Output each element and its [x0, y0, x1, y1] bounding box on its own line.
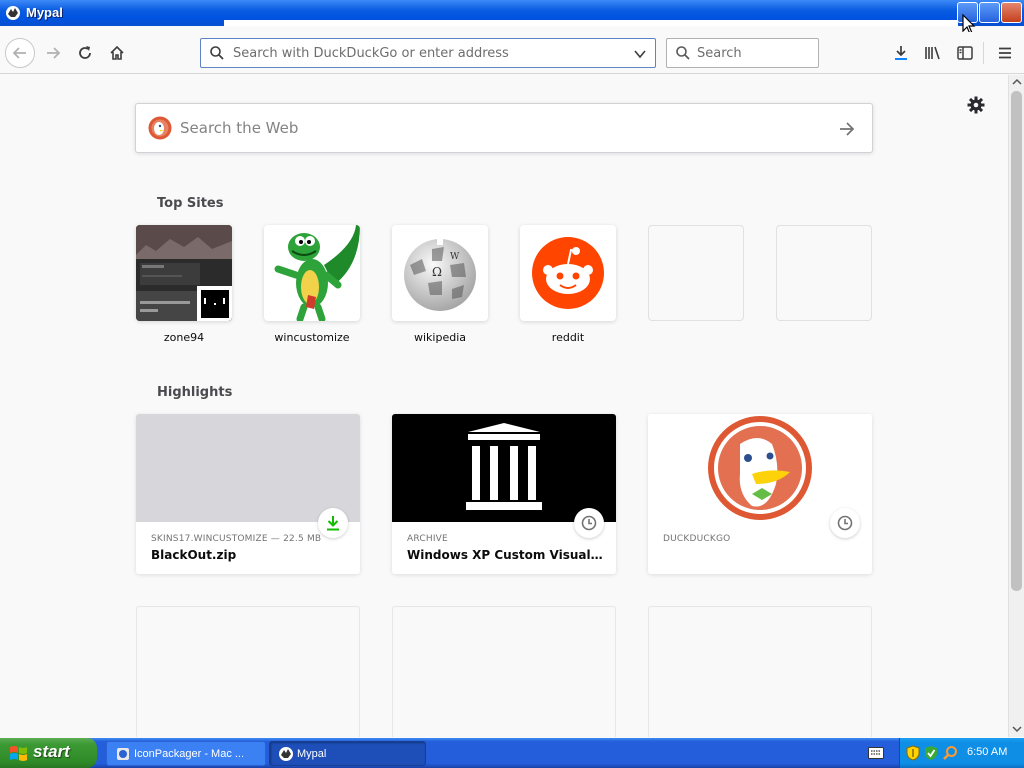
- library-button[interactable]: [918, 38, 948, 68]
- security-center-icon[interactable]: [924, 745, 938, 761]
- highlight-context: DUCKDUCKGO: [663, 534, 731, 544]
- top-site-label: reddit: [551, 331, 585, 344]
- top-site-tile-wincustomize[interactable]: [264, 225, 360, 321]
- start-label: start: [33, 742, 70, 761]
- zone94-thumbnail: [136, 225, 232, 321]
- taskbar-button-label: IconPackager - Mac ...: [134, 748, 245, 760]
- highlight-card-empty: [392, 606, 616, 737]
- back-button[interactable]: [5, 38, 35, 68]
- highlight-title: BlackOut.zip: [151, 548, 237, 562]
- top-site-label: wikipedia: [413, 331, 466, 344]
- highlight-context: ARCHIVE: [407, 534, 448, 544]
- highlight-card[interactable]: SKINS17.WINCUSTOMIZE — 22.5 MB BlackOut.…: [136, 414, 360, 574]
- forward-arrow-icon: [47, 47, 61, 59]
- top-site-label: zone94: [163, 331, 205, 344]
- highlight-card[interactable]: DUCKDUCKGO: [648, 414, 872, 574]
- window-title-bar[interactable]: Mypal: [0, 0, 1024, 35]
- top-site-tile-empty[interactable]: [648, 225, 744, 321]
- home-icon: [110, 45, 124, 60]
- web-search-input[interactable]: [180, 104, 820, 152]
- chevron-down-icon[interactable]: [633, 47, 647, 61]
- windows-taskbar: start IconPackager - Mac ... Mypal 6:50 …: [0, 738, 1024, 768]
- duckduckgo-logo-icon: [148, 116, 172, 140]
- shield-icon[interactable]: [906, 745, 920, 761]
- scrollbar-thumb[interactable]: [1011, 91, 1022, 591]
- clock-icon: [581, 515, 597, 531]
- highlight-card-empty: [648, 606, 872, 737]
- taskbar-button-mypal[interactable]: Mypal: [269, 741, 426, 766]
- highlight-card-empty: [136, 606, 360, 737]
- svg-text:W: W: [450, 252, 460, 262]
- internet-archive-logo-icon: [466, 423, 542, 510]
- top-site-label: wincustomize: [274, 331, 350, 344]
- clock-badge: [574, 508, 604, 538]
- search-bar[interactable]: [666, 38, 819, 68]
- close-button[interactable]: [1001, 2, 1022, 23]
- clock-icon: [837, 515, 853, 531]
- vertical-scrollbar[interactable]: [1008, 75, 1024, 737]
- taskbar-button-iconpackager[interactable]: IconPackager - Mac ...: [106, 741, 266, 766]
- toolbar-divider: [983, 42, 984, 64]
- wikipedia-globe-icon: Ω W: [404, 239, 476, 311]
- menu-button[interactable]: [990, 38, 1020, 68]
- highlight-card[interactable]: ARCHIVE Windows XP Custom Visual Style..…: [392, 414, 616, 574]
- clock: 6:50 AM: [967, 746, 1008, 758]
- taskbar-button-label: Mypal: [297, 748, 327, 760]
- system-tray: 6:50 AM: [899, 738, 1024, 768]
- scroll-down-arrow-icon[interactable]: [1012, 725, 1022, 733]
- sidebar-button[interactable]: [950, 38, 980, 68]
- arrow-right-icon[interactable]: [838, 120, 856, 138]
- iconpackager-app-icon: [117, 748, 129, 760]
- duckduckgo-logo-icon: [708, 416, 812, 520]
- top-site-tile-empty[interactable]: [776, 225, 872, 321]
- highlights-heading: Highlights: [157, 385, 233, 400]
- forward-button[interactable]: [38, 38, 68, 68]
- address-bar[interactable]: [200, 38, 656, 68]
- window-title: Mypal: [26, 5, 63, 20]
- windows-logo-icon: [10, 746, 27, 761]
- reload-icon: [79, 46, 91, 59]
- download-icon: [327, 516, 339, 531]
- highlight-thumbnail: [136, 414, 360, 522]
- hamburger-menu-icon: [999, 47, 1011, 59]
- web-search-box[interactable]: [135, 103, 873, 153]
- highlight-title: Windows XP Custom Visual Style...: [407, 548, 605, 562]
- home-button[interactable]: [102, 38, 132, 68]
- mypal-app-icon: [279, 747, 293, 761]
- top-site-tile-reddit[interactable]: [520, 225, 616, 321]
- reddit-logo-icon: [532, 237, 604, 309]
- start-button[interactable]: start: [0, 738, 97, 768]
- downloads-button[interactable]: [886, 38, 916, 68]
- library-icon: [925, 46, 940, 60]
- highlight-thumbnail: [648, 414, 872, 522]
- highlight-thumbnail: [392, 414, 616, 522]
- search-input[interactable]: [697, 39, 815, 67]
- new-tab-page: Top Sites zone94: [0, 75, 1008, 737]
- gear-icon[interactable]: [966, 95, 986, 115]
- title-bar-highlight: [224, 20, 958, 26]
- navigation-toolbar: [0, 32, 1024, 74]
- maximize-button[interactable]: [979, 2, 1000, 23]
- clock-badge: [830, 508, 860, 538]
- back-arrow-icon: [12, 47, 26, 59]
- wincustomize-gecko-icon: [274, 225, 360, 321]
- search-icon: [676, 46, 690, 60]
- top-site-tile-zone94[interactable]: [136, 225, 232, 321]
- reload-button[interactable]: [70, 38, 100, 68]
- svg-text:Ω: Ω: [432, 265, 442, 279]
- top-sites-heading: Top Sites: [157, 196, 224, 211]
- highlight-context: SKINS17.WINCUSTOMIZE — 22.5 MB: [151, 534, 322, 544]
- sidebar-icon: [957, 46, 973, 60]
- scroll-up-arrow-icon[interactable]: [1012, 78, 1022, 86]
- download-badge: [318, 508, 348, 538]
- magnifier-icon[interactable]: [942, 745, 958, 761]
- top-site-tile-wikipedia[interactable]: Ω W: [392, 225, 488, 321]
- mypal-app-icon: [6, 6, 20, 20]
- keyboard-icon[interactable]: [868, 747, 884, 759]
- address-input[interactable]: [233, 39, 623, 67]
- download-icon: [895, 46, 907, 60]
- search-icon: [210, 46, 224, 60]
